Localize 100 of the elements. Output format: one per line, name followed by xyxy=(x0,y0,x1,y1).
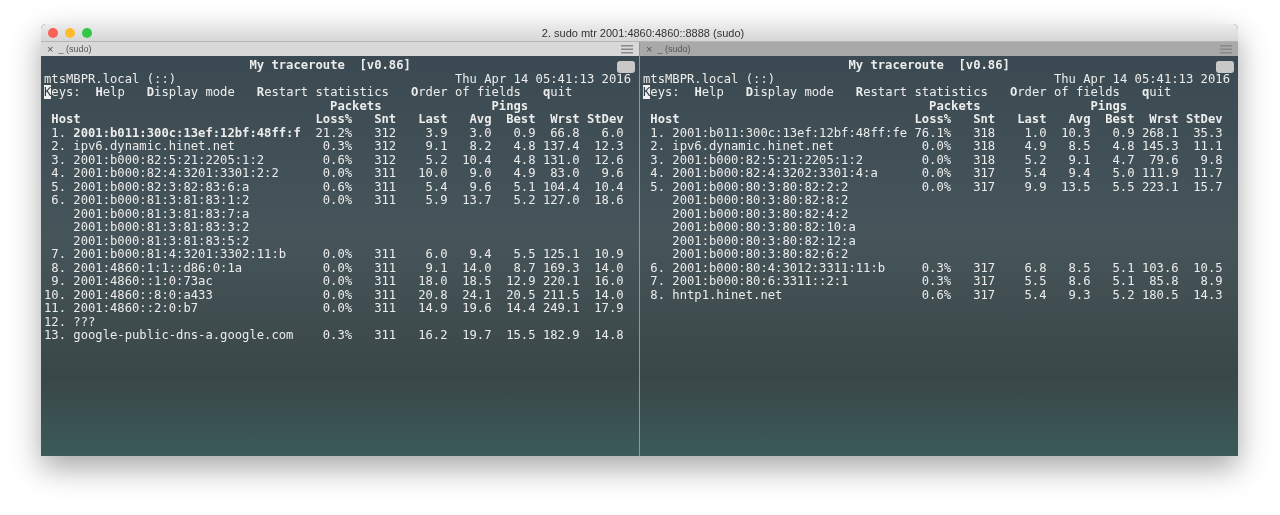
stat-value: 312 xyxy=(373,126,397,140)
hop-number: 9. xyxy=(50,275,66,289)
date-time: Thu Apr 14 05:41:13 2016 xyxy=(454,72,631,86)
stat-value: 180.5 xyxy=(1140,288,1179,302)
stat-value: 21.2% xyxy=(314,126,353,140)
column-header: Host xyxy=(50,113,82,127)
stat-value: 13.7 xyxy=(461,194,492,208)
stat-value: 9.8 xyxy=(1199,153,1223,167)
stat-value: 8.9 xyxy=(1199,275,1223,289)
hop-number: 3. xyxy=(50,153,66,167)
stat-value: 4.9 xyxy=(1023,140,1047,154)
key-command[interactable]: Order of fields xyxy=(1009,86,1120,100)
stat-value: 0.0% xyxy=(920,167,952,181)
stat-value: 317 xyxy=(972,180,996,194)
column-header: Host xyxy=(649,113,681,127)
hop-host: 2001:b000:80:3:80:82:4:2 xyxy=(671,207,850,221)
stat-value: 66.8 xyxy=(549,126,580,140)
key-command[interactable]: Display mode xyxy=(745,86,834,100)
hop-number: 4. xyxy=(50,167,66,181)
stat-value: 11.7 xyxy=(1192,167,1223,181)
stat-value: 12.9 xyxy=(505,275,536,289)
stat-value: 14.0 xyxy=(593,288,624,302)
stat-value: 311 xyxy=(373,275,397,289)
stat-value: 16.0 xyxy=(593,275,624,289)
stat-value: 6.8 xyxy=(1023,261,1047,275)
stat-value: 182.9 xyxy=(541,329,580,343)
stat-value: 0.0% xyxy=(321,261,353,275)
scroll-thumb[interactable] xyxy=(617,61,635,73)
program-heading: My traceroute [v0.86] xyxy=(249,58,411,72)
hop-host: 2001:b000:81:3:81:83:7:a xyxy=(72,207,251,221)
stat-value: 9.3 xyxy=(1067,288,1091,302)
stat-value: 311 xyxy=(373,329,397,343)
stat-value: 311 xyxy=(373,302,397,316)
stat-value: 125.1 xyxy=(541,248,580,262)
key-command[interactable]: quit xyxy=(1141,86,1172,100)
hop-number: 11. xyxy=(44,302,66,316)
stat-value: 5.5 xyxy=(1023,275,1047,289)
stat-value: 76.1% xyxy=(913,126,952,140)
key-command[interactable]: Help xyxy=(95,86,125,100)
stat-value: 83.0 xyxy=(549,167,580,181)
stat-value: 8.5 xyxy=(1067,261,1091,275)
hop-number: 5. xyxy=(50,180,66,194)
stat-value: 317 xyxy=(972,261,996,275)
stat-value: 0.6% xyxy=(920,288,952,302)
stat-value: 10.3 xyxy=(1060,126,1091,140)
menu-icon[interactable] xyxy=(1220,44,1232,54)
stat-value: 12.6 xyxy=(593,153,624,167)
stat-value: 9.1 xyxy=(1067,153,1091,167)
stat-value: 0.9 xyxy=(512,126,536,140)
menu-icon[interactable] xyxy=(621,44,633,54)
column-header: Snt xyxy=(373,113,397,127)
stat-value: 0.0% xyxy=(920,180,952,194)
stat-value: 14.4 xyxy=(505,302,536,316)
key-command[interactable]: quit xyxy=(542,86,573,100)
stat-value: 8.2 xyxy=(468,140,492,154)
stat-value: 5.0 xyxy=(1111,167,1135,181)
minimize-window-button[interactable] xyxy=(65,27,75,38)
stat-value: 35.3 xyxy=(1192,126,1223,140)
hop-host: 2001:b000:80:4:3012:3311:11:b xyxy=(671,261,887,275)
column-header: StDev xyxy=(585,113,624,127)
hop-number: 2. xyxy=(50,140,66,154)
stat-value: 10.5 xyxy=(1192,261,1223,275)
stat-value: 5.4 xyxy=(424,180,448,194)
stat-value: 20.8 xyxy=(417,288,448,302)
stat-value: 0.0% xyxy=(321,275,353,289)
close-tab-button[interactable]: × xyxy=(47,43,54,55)
key-command[interactable]: Restart statistics xyxy=(855,86,988,100)
hop-host: 2001:4860::8:0:a433 xyxy=(72,288,214,302)
column-header: Avg xyxy=(1067,113,1091,127)
stat-value: 6.0 xyxy=(600,126,624,140)
stat-value: 0.6% xyxy=(321,180,353,194)
stat-value: 311 xyxy=(373,180,397,194)
stat-value: 10.9 xyxy=(593,248,624,262)
stat-value: 5.2 xyxy=(1023,153,1047,167)
stat-value: 85.8 xyxy=(1148,275,1179,289)
stat-value: 11.1 xyxy=(1192,140,1223,154)
scroll-thumb[interactable] xyxy=(1216,61,1234,73)
pane-tab[interactable]: × _ (sudo) xyxy=(41,42,639,56)
key-command[interactable]: Order of fields xyxy=(410,86,521,100)
hop-number: 8. xyxy=(649,288,665,302)
column-header: StDev xyxy=(1184,113,1223,127)
stat-value: 18.0 xyxy=(417,275,448,289)
program-heading: My traceroute [v0.86] xyxy=(848,58,1010,72)
key-command[interactable]: Help xyxy=(694,86,724,100)
stat-value: 5.2 xyxy=(1111,288,1135,302)
stat-value: 268.1 xyxy=(1140,126,1179,140)
stat-value: 14.3 xyxy=(1192,288,1223,302)
hop-host: 2001:4860::1:0:73ac xyxy=(72,275,214,289)
date-time: Thu Apr 14 05:41:13 2016 xyxy=(1053,72,1230,86)
hop-host: 2001:b000:81:4:3201:3302:11:b xyxy=(72,248,288,262)
hop-number: 2. xyxy=(649,140,665,154)
stat-value: 0.6% xyxy=(321,153,353,167)
stat-value: 14.9 xyxy=(417,302,448,316)
column-header: Last xyxy=(1016,113,1047,127)
close-window-button[interactable] xyxy=(48,27,58,38)
key-command[interactable]: Display mode xyxy=(146,86,235,100)
hop-number: 10. xyxy=(44,288,66,302)
column-header: Avg xyxy=(468,113,492,127)
zoom-window-button[interactable] xyxy=(82,27,92,38)
key-command[interactable]: Restart statistics xyxy=(256,86,389,100)
